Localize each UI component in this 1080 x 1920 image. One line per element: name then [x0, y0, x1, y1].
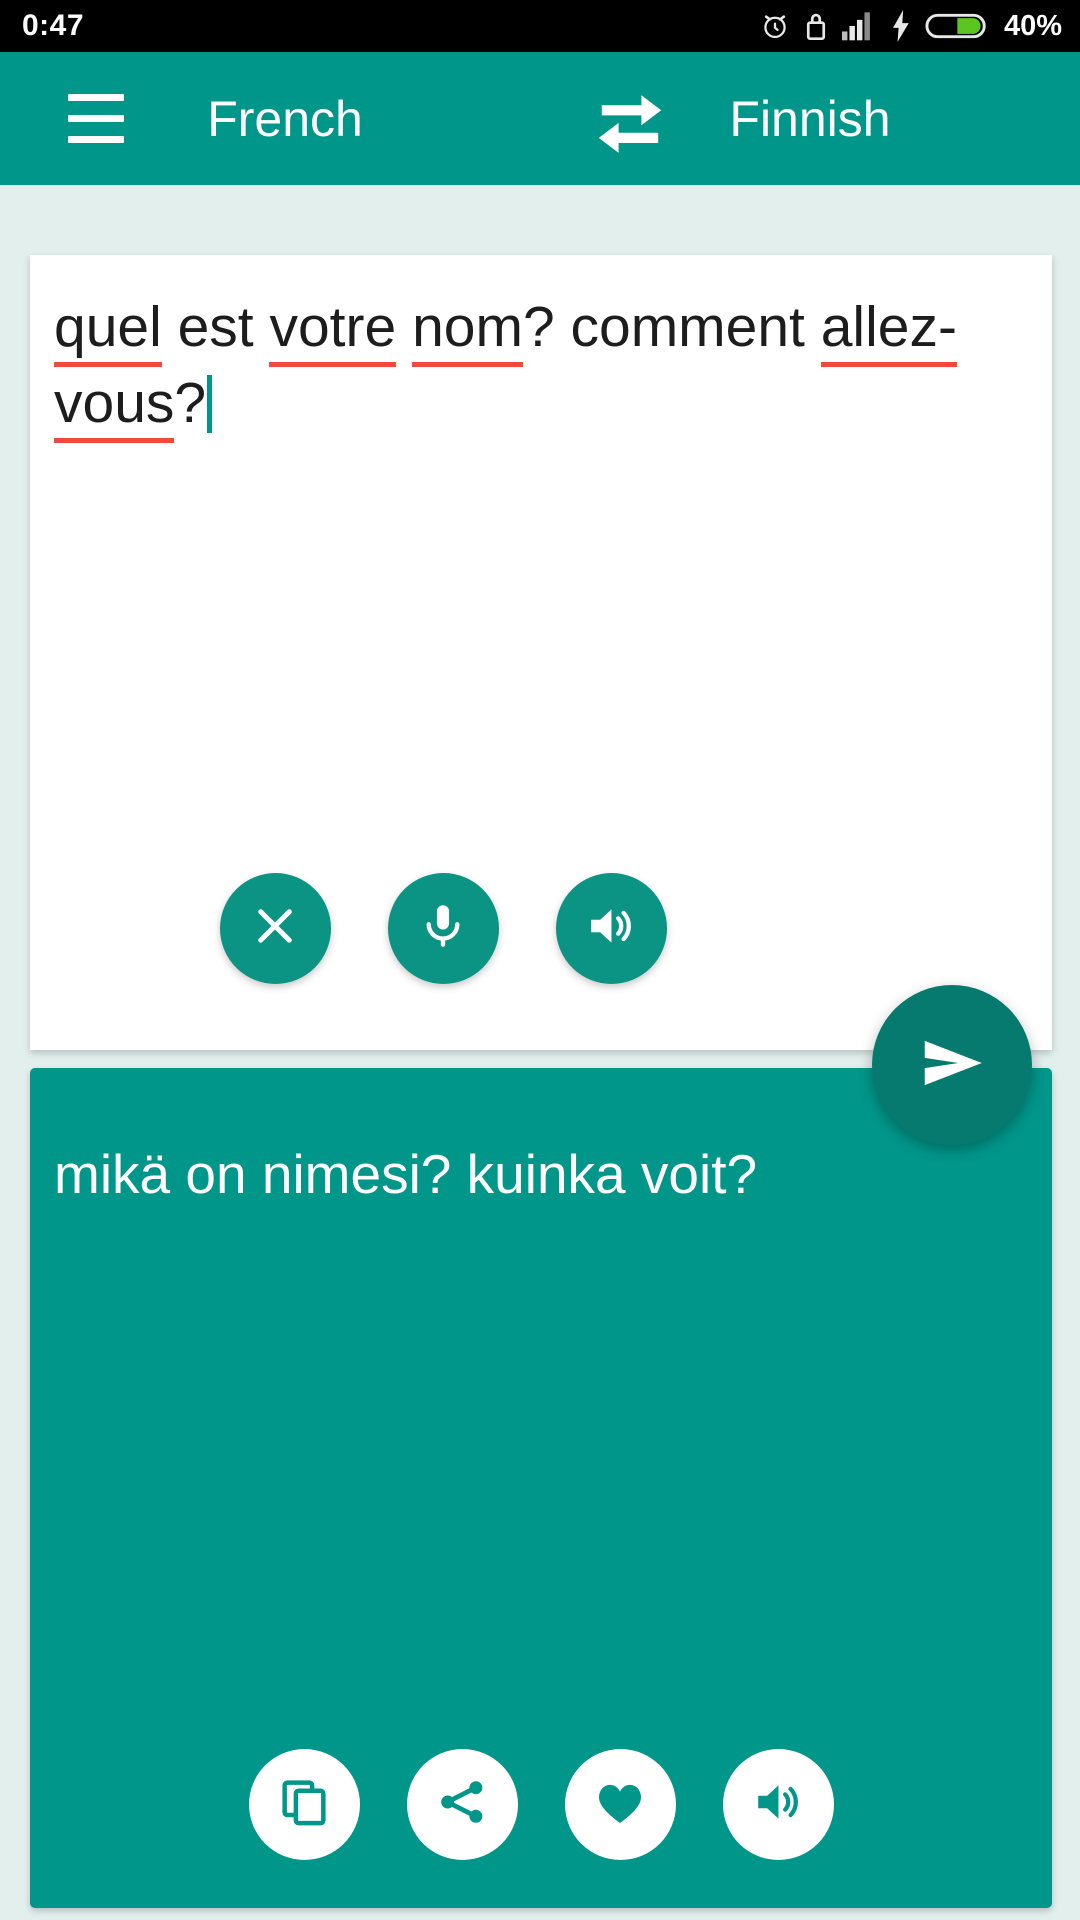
translate-send-button[interactable]: [872, 985, 1032, 1145]
voice-input-button[interactable]: [387, 873, 499, 984]
copy-icon: [277, 1775, 331, 1834]
source-word-7: allez-: [820, 295, 957, 367]
speaker-icon: [584, 899, 638, 958]
status-icons: 40%: [759, 10, 1062, 43]
source-word-3: votre: [269, 295, 397, 367]
app-bar: French Finnish: [0, 52, 1080, 185]
status-bar: 0:47 40%: [0, 0, 1080, 52]
source-text-panel[interactable]: quel est votre nom? comment allez-vous?: [30, 255, 1052, 1050]
charging-bolt-icon: [890, 10, 912, 42]
result-action-row: [30, 1749, 1052, 1860]
menu-bar-3: [68, 136, 124, 143]
close-icon: [249, 900, 301, 957]
source-word-4: [396, 295, 412, 359]
menu-bar-2: [68, 115, 124, 122]
signal-icon: [841, 11, 877, 41]
source-word-6: ? comment: [522, 295, 821, 359]
speaker-icon: [751, 1775, 805, 1834]
text-cursor: [207, 375, 213, 433]
lock-icon: [804, 10, 828, 42]
source-word-1: quel: [54, 295, 162, 367]
speak-result-button[interactable]: [722, 1749, 834, 1860]
battery-icon: [925, 10, 987, 42]
menu-bar-1: [68, 94, 124, 101]
battery-percent-label: 40%: [1003, 9, 1062, 42]
share-button[interactable]: [406, 1749, 518, 1860]
status-clock: 0:47: [22, 9, 85, 42]
source-action-row: [30, 873, 1052, 984]
translated-text: mikä on nimesi? kuinka voit?: [54, 1143, 758, 1205]
source-word-5: nom: [412, 295, 523, 367]
hamburger-menu-icon[interactable]: [42, 94, 150, 143]
send-icon: [914, 1025, 990, 1106]
target-language-selector[interactable]: Finnish: [660, 90, 960, 148]
alarm-icon: [759, 10, 791, 42]
result-text-panel[interactable]: mikä on nimesi? kuinka voit?: [30, 1068, 1052, 1908]
copy-button[interactable]: [248, 1749, 360, 1860]
source-word-9: ?: [174, 371, 207, 435]
source-word-2: est: [161, 295, 270, 359]
source-language-selector[interactable]: French: [150, 90, 420, 148]
share-icon: [436, 1776, 488, 1833]
microphone-icon: [417, 900, 469, 957]
source-text-input[interactable]: quel est votre nom? comment allez-vous?: [54, 289, 1024, 443]
favorite-button[interactable]: [564, 1749, 676, 1860]
heart-icon: [592, 1774, 648, 1835]
source-word-8: vous: [54, 371, 175, 443]
clear-button[interactable]: [219, 873, 331, 984]
speak-source-button[interactable]: [555, 873, 667, 984]
